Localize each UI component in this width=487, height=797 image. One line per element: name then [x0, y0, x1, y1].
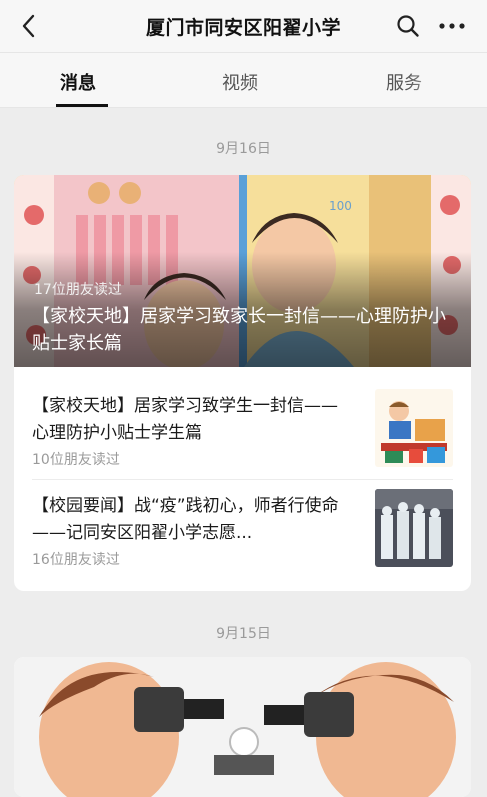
tab-bar: 消息 视频 服务 — [0, 53, 487, 108]
article-read-count: 10位朋友读过 — [32, 452, 120, 468]
article-read-count: 16位朋友读过 — [32, 552, 120, 568]
date-label: 9月16日 — [216, 141, 271, 157]
article-title: 【校园要闻】战“疫”践初心，师者行使命——记同安区阳翟小学志愿... — [32, 496, 339, 543]
tab-videos[interactable]: 视频 — [222, 69, 258, 95]
more-dots-icon[interactable] — [435, 11, 469, 41]
hero-image — [14, 657, 471, 797]
article-thumbnail — [375, 389, 453, 467]
article-item[interactable]: 【家校天地】居家学习致学生一封信——心理防护小贴士学生篇 10位朋友读过 — [14, 375, 471, 473]
back-chevron-icon[interactable] — [14, 11, 44, 41]
active-tab-indicator — [56, 104, 108, 107]
top-bar: 厦门市同安区阳翟小学 — [0, 0, 487, 53]
date-label: 9月15日 — [216, 626, 271, 642]
article-group-card[interactable] — [14, 657, 471, 797]
tab-services[interactable]: 服务 — [386, 69, 422, 95]
account-title: 厦门市同安区阳翟小学 — [145, 16, 341, 39]
hero-article[interactable]: 100 17位朋友读过 【家校天地】居家学习致家长一封信——心理防护小贴士家长篇 — [14, 175, 471, 367]
article-item[interactable]: 【校园要闻】战“疫”践初心，师者行使命——记同安区阳翟小学志愿... 16位朋友… — [14, 475, 471, 573]
article-group-card: 100 17位朋友读过 【家校天地】居家学习致家长一封信——心理防护小贴士家长篇… — [14, 175, 471, 591]
tab-messages[interactable]: 消息 — [60, 69, 96, 95]
hero-read-count: 17位朋友读过 — [34, 282, 122, 298]
search-icon[interactable] — [393, 11, 423, 41]
article-title: 【家校天地】居家学习致学生一封信——心理防护小贴士学生篇 — [32, 396, 338, 443]
article-thumbnail — [375, 489, 453, 567]
hero-title: 【家校天地】居家学习致家长一封信——心理防护小贴士家长篇 — [32, 306, 446, 354]
